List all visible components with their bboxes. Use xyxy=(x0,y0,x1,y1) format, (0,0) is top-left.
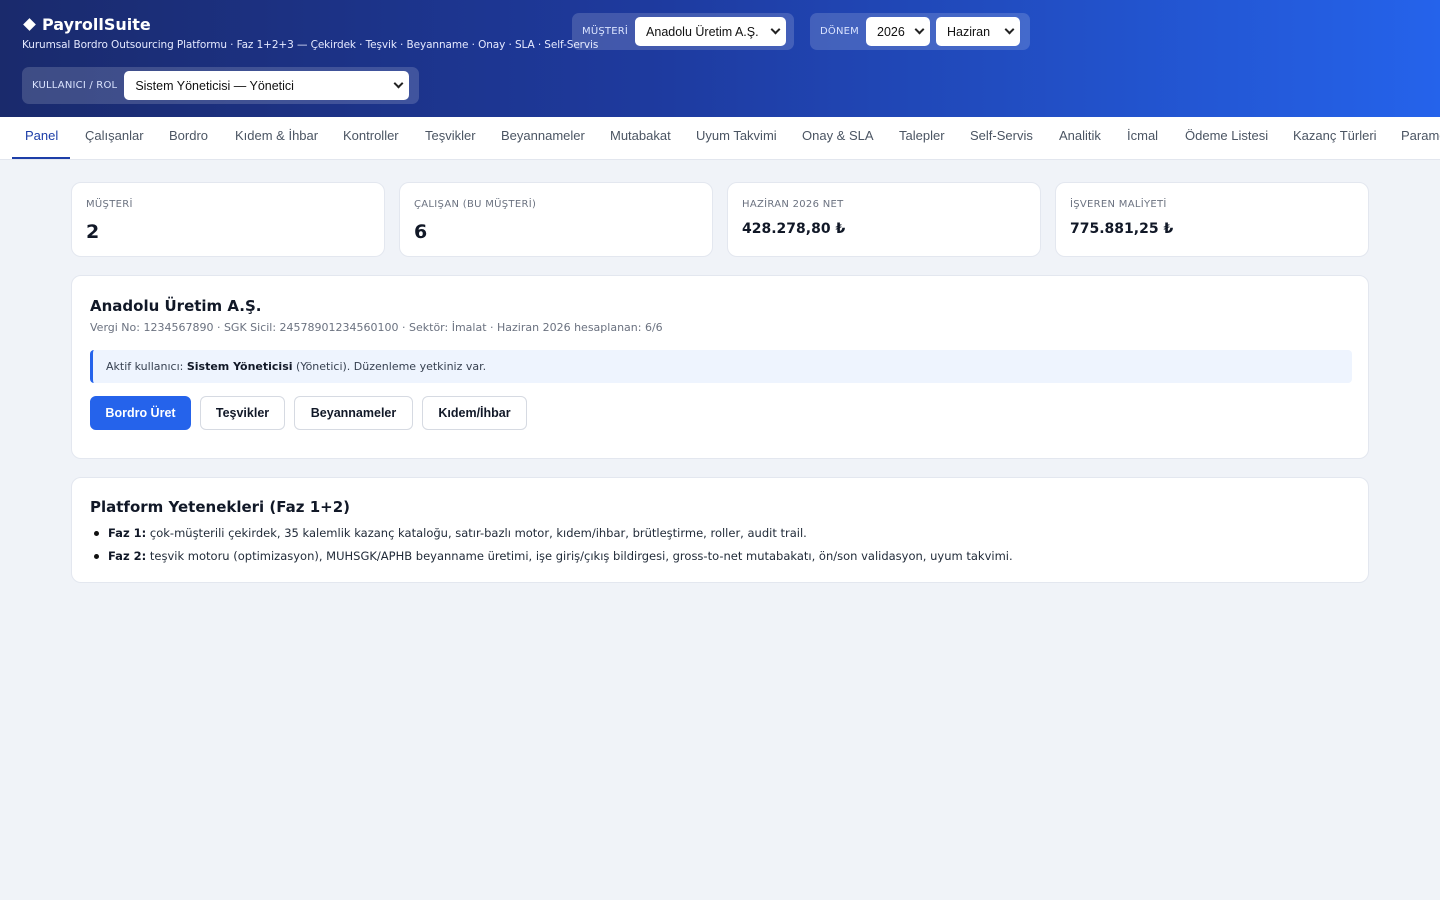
tab-calisanlar[interactable]: Çalışanlar xyxy=(85,117,144,159)
capabilities-title: Platform Yetenekleri (Faz 1+2) xyxy=(90,498,351,516)
tab-uyum-takvimi[interactable]: Uyum Takvimi xyxy=(696,117,777,159)
month-select[interactable]: Haziran xyxy=(936,17,1020,46)
generate-payroll-button[interactable]: Bordro Üret xyxy=(90,396,191,430)
notice-user: Sistem Yöneticisi xyxy=(186,360,293,373)
client-select[interactable]: Anadolu Üretim A.Ş. xyxy=(635,17,787,46)
declarations-button[interactable]: Beyannameler xyxy=(294,396,413,430)
brand: PayrollSuite Kurumsal Bordro Outsourcing… xyxy=(22,13,599,52)
period-label: DÖNEM xyxy=(820,26,859,37)
client-card: Anadolu Üretim A.Ş. Vergi No: 1234567890… xyxy=(71,275,1369,459)
capabilities-list: Faz 1: çok-müşterili çekirdek, 35 kaleml… xyxy=(94,524,1013,570)
capabilities-card: Platform Yetenekleri (Faz 1+2) Faz 1: ço… xyxy=(71,477,1369,583)
kpi-value: 428.278,80 ₺ xyxy=(742,221,846,237)
list-item: Faz 1: çok-müşterili çekirdek, 35 kaleml… xyxy=(94,524,1013,547)
tab-kidem-ihbar[interactable]: Kıdem & İhbar xyxy=(235,117,318,159)
phase-text: çok-müşterili çekirdek, 35 kalemlik kaza… xyxy=(146,526,807,540)
kpi-card-employees: ÇALIŞAN (BU MÜŞTERİ) 6 xyxy=(399,182,713,257)
period-selector-group: DÖNEM 2026 Haziran xyxy=(810,13,1030,50)
tab-talepler[interactable]: Talepler xyxy=(899,117,945,159)
chevron-down-icon xyxy=(393,78,404,89)
kpi-value: 775.881,25 ₺ xyxy=(1070,221,1174,237)
client-label: MÜŞTERİ xyxy=(582,26,629,37)
kpi-label: ÇALIŞAN (BU MÜŞTERİ) xyxy=(414,199,537,210)
kpi-card-clients: MÜŞTERİ 2 xyxy=(71,182,385,257)
phase-label: Faz 1: xyxy=(108,526,147,540)
kpi-label: İŞVEREN MALİYETİ xyxy=(1070,199,1167,210)
tab-icmal[interactable]: İcmal xyxy=(1127,117,1158,159)
tab-self-servis[interactable]: Self-Servis xyxy=(970,117,1033,159)
phase-label: Faz 2: xyxy=(108,549,147,563)
year-select[interactable]: 2026 xyxy=(866,17,930,46)
client-select-value: Anadolu Üretim A.Ş. xyxy=(646,24,759,39)
diamond-logo-icon xyxy=(23,17,36,31)
tab-onay-sla[interactable]: Onay & SLA xyxy=(802,117,874,159)
active-tab-indicator xyxy=(12,157,70,159)
client-meta: Vergi No: 1234567890 · SGK Sicil: 245789… xyxy=(90,321,663,334)
app-title: PayrollSuite xyxy=(22,13,598,35)
app-header: PayrollSuite Kurumsal Bordro Outsourcing… xyxy=(0,0,1440,117)
user-role-selector-group: KULLANICI / ROL Sistem Yöneticisi — Yöne… xyxy=(22,67,419,104)
notice-suffix: (Yönetici). Düzenleme yetkiniz var. xyxy=(292,360,487,373)
tab-beyannameler[interactable]: Beyannameler xyxy=(501,117,585,159)
tab-tesvikler[interactable]: Teşvikler xyxy=(425,117,476,159)
kpi-card-employer-cost: İŞVEREN MALİYETİ 775.881,25 ₺ xyxy=(1055,182,1369,257)
chevron-down-icon xyxy=(770,24,781,35)
client-name: Anadolu Üretim A.Ş. xyxy=(90,297,262,315)
incentives-button[interactable]: Teşvikler xyxy=(200,396,285,430)
kpi-label: MÜŞTERİ xyxy=(86,199,133,210)
app-title-text: PayrollSuite xyxy=(42,14,151,34)
client-selector-group: MÜŞTERİ Anadolu Üretim A.Ş. xyxy=(572,13,794,50)
tab-parametreler[interactable]: Parame xyxy=(1401,117,1440,159)
year-select-value: 2026 xyxy=(877,24,905,39)
tab-mutabakat[interactable]: Mutabakat xyxy=(610,117,671,159)
tab-kontroller[interactable]: Kontroller xyxy=(343,117,399,159)
kpi-card-net: HAZİRAN 2026 NET 428.278,80 ₺ xyxy=(727,182,1041,257)
user-role-select[interactable]: Sistem Yöneticisi — Yönetici xyxy=(124,71,410,100)
user-role-select-value: Sistem Yöneticisi — Yönetici xyxy=(135,78,294,93)
severance-notice-button[interactable]: Kıdem/İhbar xyxy=(422,396,527,430)
notice-prefix: Aktif kullanıcı: xyxy=(106,360,187,373)
tab-bordro[interactable]: Bordro xyxy=(169,117,208,159)
kpi-value: 2 xyxy=(86,221,100,243)
month-select-value: Haziran xyxy=(947,24,991,39)
kpi-label: HAZİRAN 2026 NET xyxy=(742,199,844,210)
phase-text: teşvik motoru (optimizasyon), MUHSGK/APH… xyxy=(146,549,1013,563)
tab-kazanc-turleri[interactable]: Kazanç Türleri xyxy=(1293,117,1377,159)
kpi-value: 6 xyxy=(414,221,428,243)
active-user-notice: Aktif kullanıcı: Sistem Yöneticisi (Yöne… xyxy=(90,350,1352,383)
user-role-label: KULLANICI / ROL xyxy=(32,80,118,91)
tab-panel[interactable]: Panel xyxy=(25,117,58,159)
main-nav: Panel Çalışanlar Bordro Kıdem & İhbar Ko… xyxy=(0,117,1440,160)
app-subtitle: Kurumsal Bordro Outsourcing Platformu · … xyxy=(22,39,599,51)
chevron-down-icon xyxy=(914,24,925,35)
chevron-down-icon xyxy=(1004,24,1015,35)
list-item: Faz 2: teşvik motoru (optimizasyon), MUH… xyxy=(94,547,1013,570)
tab-analitik[interactable]: Analitik xyxy=(1059,117,1101,159)
tab-odeme-listesi[interactable]: Ödeme Listesi xyxy=(1185,117,1268,159)
